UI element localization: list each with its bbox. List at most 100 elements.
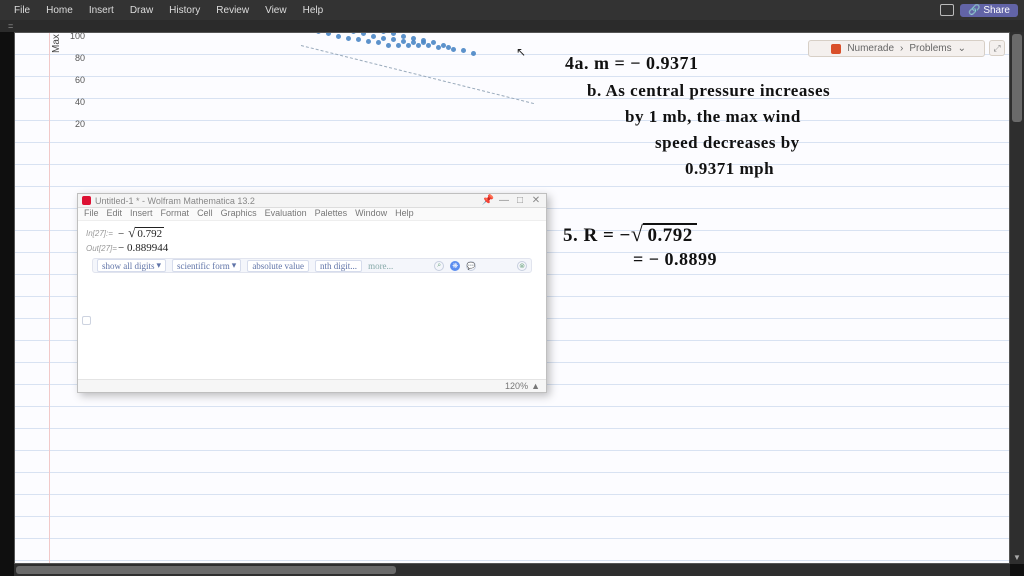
mathematica-menubar: File Edit Insert Format Cell Graphics Ev… <box>78 208 546 221</box>
hand-4b-1: b. As central pressure increases <box>587 81 830 101</box>
data-point <box>391 37 396 42</box>
out-label: Out[27]= <box>86 244 114 253</box>
hand-5-1: 5. R = −√0.792 <box>563 221 697 247</box>
h-scroll-thumb[interactable] <box>16 566 396 574</box>
sugg-nth[interactable]: nth digit... <box>315 260 362 272</box>
menu-review[interactable]: Review <box>208 5 257 16</box>
ytick-40: 40 <box>69 97 85 107</box>
hand-4b-4: 0.9371 mph <box>685 159 774 179</box>
menu-history[interactable]: History <box>161 5 208 16</box>
m-menu-graphics[interactable]: Graphics <box>221 208 257 220</box>
maximize-button[interactable]: □ <box>514 195 526 206</box>
sqrt-radicand: 0.792 <box>135 227 164 240</box>
cell-bracket-icon[interactable] <box>82 316 91 325</box>
menu-help[interactable]: Help <box>295 5 332 16</box>
minimize-button[interactable]: — <box>498 195 510 206</box>
menu-view[interactable]: View <box>257 5 295 16</box>
menu-draw[interactable]: Draw <box>122 5 161 16</box>
data-point <box>431 40 436 45</box>
data-point <box>391 32 396 36</box>
ytick-60: 60 <box>69 75 85 85</box>
trend-line <box>301 45 534 104</box>
v-scroll-thumb[interactable] <box>1012 34 1022 122</box>
hand-4a: 4a. m = − 0.9371 <box>565 53 699 74</box>
data-point <box>381 36 386 41</box>
data-point <box>376 40 381 45</box>
ytick-100: 100 <box>69 32 85 41</box>
close-button[interactable]: ✕ <box>530 195 542 206</box>
data-point <box>351 32 356 34</box>
m-menu-palettes[interactable]: Palettes <box>315 208 348 220</box>
crumb-b: Problems <box>909 43 951 54</box>
scroll-down-icon[interactable]: ▼ <box>1010 552 1024 564</box>
m-menu-file[interactable]: File <box>84 208 99 220</box>
crumb-sep: › <box>900 43 903 54</box>
sugg-close-icon[interactable]: ⊗ <box>517 261 527 271</box>
app-menubar: File Home Insert Draw History Review Vie… <box>0 0 1024 20</box>
m-menu-edit[interactable]: Edit <box>107 208 123 220</box>
out-value: − 0.889944 <box>118 242 168 254</box>
data-point <box>461 48 466 53</box>
data-point <box>381 32 386 34</box>
vertical-scrollbar[interactable]: ▲ ▼ <box>1010 32 1024 564</box>
zoom-caret-icon[interactable]: ▲ <box>531 381 540 391</box>
data-point <box>401 34 406 39</box>
input-cell[interactable]: In[27]:= − √ 0.792 <box>86 227 538 240</box>
mathematica-titlebar[interactable]: Untitled-1 * - Wolfram Mathematica 13.2 … <box>78 194 546 208</box>
sugg-search-icon[interactable]: ⌕ <box>434 261 444 271</box>
plot-area <box>91 33 541 183</box>
m-menu-eval[interactable]: Evaluation <box>265 208 307 220</box>
mouse-cursor-icon: ↖ <box>516 45 526 59</box>
share-button[interactable]: 🔗 Share <box>960 4 1018 17</box>
data-point <box>361 32 366 36</box>
notebook-page[interactable]: Numerade › Problems ⌄ ⤢ Max Wind S 100 8… <box>14 32 1010 564</box>
mathematica-statusbar: 120% ▲ <box>78 379 546 392</box>
data-point <box>471 51 476 56</box>
sugg-chat-icon[interactable]: 💬 <box>466 261 476 271</box>
m-menu-window[interactable]: Window <box>355 208 387 220</box>
data-point <box>396 43 401 48</box>
sqrt-expr: √ 0.792 <box>128 227 164 240</box>
ribbon-collapsed: = <box>0 20 1024 32</box>
horizontal-scrollbar[interactable] <box>14 564 1010 576</box>
mathematica-notebook[interactable]: In[27]:= − √ 0.792 Out[27]= − 0.889944 s… <box>78 221 546 341</box>
data-point <box>366 39 371 44</box>
sugg-abs[interactable]: absolute value <box>247 260 309 272</box>
hand-4b-3: speed decreases by <box>655 133 800 153</box>
sugg-sci[interactable]: scientific form ▾ <box>172 259 241 272</box>
m-menu-insert[interactable]: Insert <box>130 208 153 220</box>
present-icon[interactable] <box>940 4 954 16</box>
data-point <box>346 36 351 41</box>
y-axis-label: Max Wind S <box>51 32 62 53</box>
menu-insert[interactable]: Insert <box>81 5 122 16</box>
data-point <box>356 37 361 42</box>
data-point <box>386 43 391 48</box>
sugg-more[interactable]: more... <box>368 261 393 271</box>
margin-line <box>49 33 50 563</box>
m-menu-format[interactable]: Format <box>161 208 190 220</box>
neg-sign: − <box>118 228 124 240</box>
menu-home[interactable]: Home <box>38 5 81 16</box>
data-point <box>411 36 416 41</box>
ytick-80: 80 <box>69 53 85 63</box>
data-point <box>326 32 331 36</box>
m-menu-help[interactable]: Help <box>395 208 414 220</box>
ytick-20: 20 <box>69 119 85 129</box>
page-wrap: Numerade › Problems ⌄ ⤢ Max Wind S 100 8… <box>0 32 1024 576</box>
mathematica-window[interactable]: Untitled-1 * - Wolfram Mathematica 13.2 … <box>77 193 547 393</box>
in-label: In[27]:= <box>86 229 114 238</box>
m-menu-cell[interactable]: Cell <box>197 208 213 220</box>
chevron-down-icon: ⌄ <box>958 43 966 54</box>
suggestions-bar: show all digits ▾ scientific form ▾ abso… <box>92 258 532 273</box>
radical-icon: √ <box>128 227 135 238</box>
data-point <box>316 32 321 34</box>
sugg-wolfram-icon[interactable]: ❋ <box>450 261 460 271</box>
zoom-value[interactable]: 120% <box>505 381 528 391</box>
numerade-icon <box>831 44 841 54</box>
sugg-all-digits[interactable]: show all digits ▾ <box>97 259 166 272</box>
pin-icon[interactable]: 📌 <box>482 195 494 206</box>
expand-button[interactable]: ⤢ <box>989 40 1005 56</box>
menu-file[interactable]: File <box>6 5 38 16</box>
data-point <box>371 34 376 39</box>
breadcrumb[interactable]: Numerade › Problems ⌄ <box>808 40 985 57</box>
